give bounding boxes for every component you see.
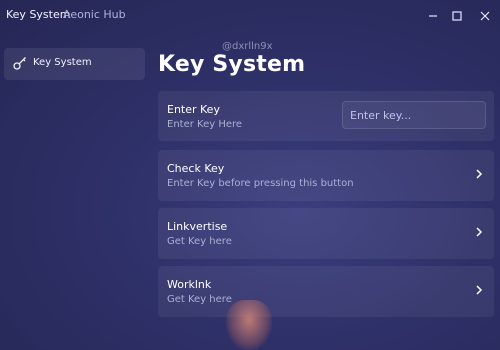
workink-button[interactable]: Worklnk Get Key here [158,266,494,317]
workink-desc: Get Key here [167,294,232,305]
key-icon [13,57,26,70]
pointer-overlay [226,300,272,350]
close-button[interactable] [474,6,496,26]
workink-title: Worklnk [167,278,212,291]
title-bar: Key System Aeonic Hub [0,0,500,34]
enter-key-card: Enter Key Enter Key Here [158,91,494,141]
sidebar: Key System [0,34,150,350]
linkvertise-button[interactable]: Linkvertise Get Key here [158,208,494,259]
page-title: Key System [158,52,306,77]
enter-key-desc: Enter Key Here [167,119,243,130]
maximize-icon [452,11,462,21]
minimize-icon [429,15,437,17]
maximize-button[interactable] [446,6,468,26]
linkvertise-desc: Get Key here [167,236,232,247]
enter-key-title: Enter Key [167,103,220,116]
chevron-right-icon [476,227,483,237]
check-key-desc: Enter Key before pressing this button [167,178,354,189]
window-title: Key System [6,8,71,21]
check-key-title: Check Key [167,162,225,175]
check-key-button[interactable]: Check Key Enter Key before pressing this… [158,150,494,201]
window-subtitle: Aeonic Hub [63,8,126,21]
close-icon [480,11,490,21]
sidebar-item-key-system[interactable]: Key System [4,48,145,80]
linkvertise-title: Linkvertise [167,220,228,233]
minimize-button[interactable] [422,6,444,26]
watermark: @dxrlln9x [222,41,273,52]
key-input[interactable] [342,101,486,129]
sidebar-item-label: Key System [33,57,92,68]
chevron-right-icon [476,169,483,179]
chevron-right-icon [476,285,483,295]
